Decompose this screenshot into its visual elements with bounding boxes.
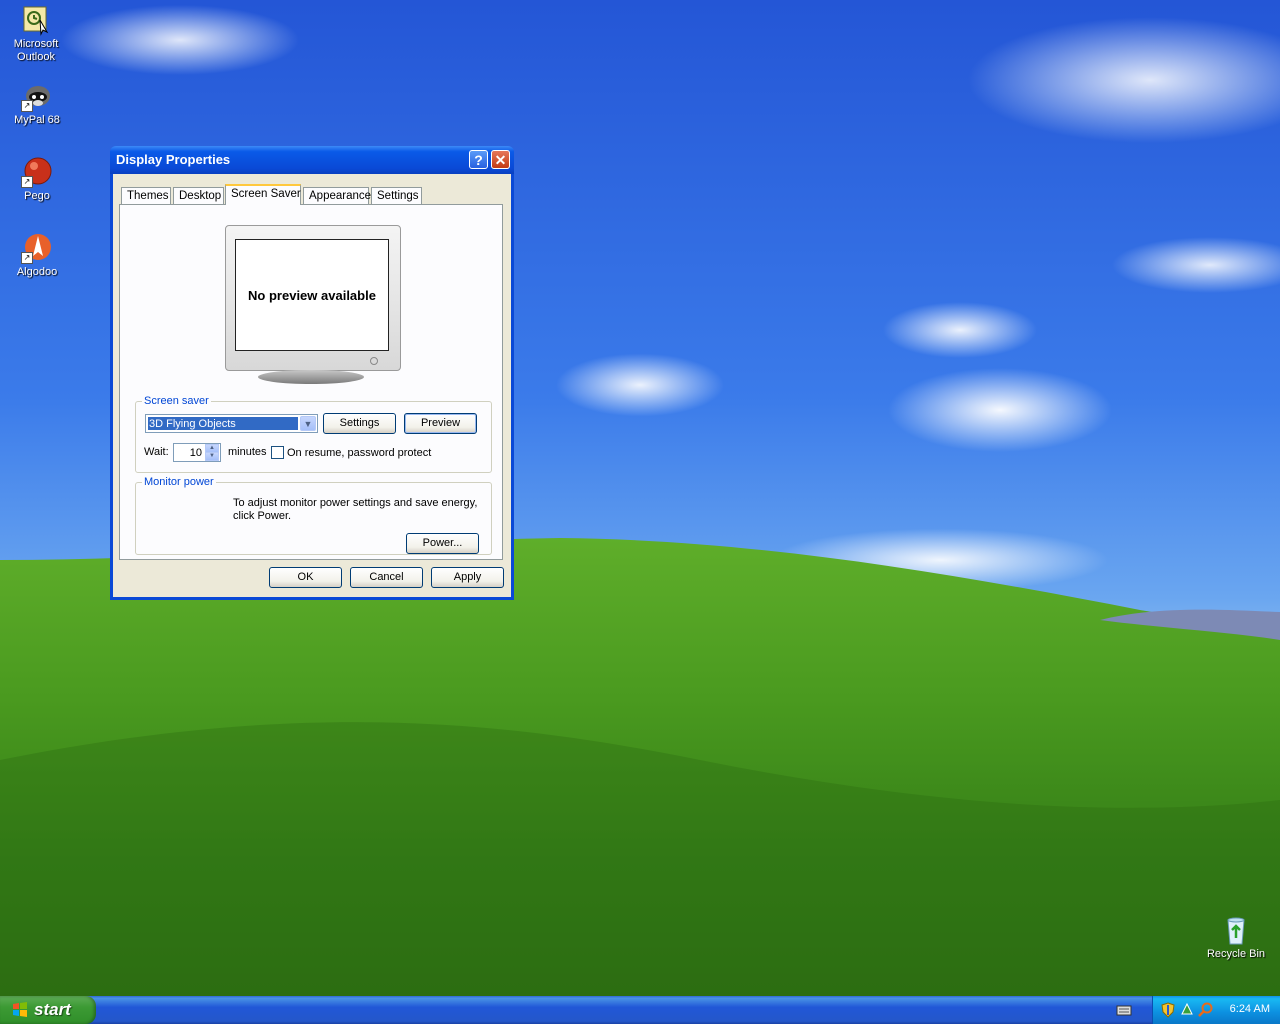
- desktop-icon-mypal[interactable]: ↗ MyPal 68: [1, 80, 73, 127]
- wait-label: Wait:: [144, 446, 169, 458]
- password-protect-checkbox[interactable]: [271, 446, 284, 459]
- tab-desktop[interactable]: Desktop: [173, 187, 224, 204]
- wait-value: 10: [189, 447, 202, 459]
- ok-button[interactable]: OK: [269, 567, 342, 588]
- network-icon[interactable]: [1180, 1002, 1194, 1018]
- desktop-icon-pego[interactable]: ↗ Pego: [1, 156, 73, 203]
- shortcut-arrow-icon: ↗: [21, 176, 33, 188]
- icon-label: Outlook: [17, 51, 55, 63]
- icon-label: MyPal 68: [14, 114, 60, 126]
- icon-label: Recycle Bin: [1206, 948, 1266, 960]
- screen-saver-selected: 3D Flying Objects: [148, 417, 298, 430]
- cancel-button[interactable]: Cancel: [350, 567, 423, 588]
- shortcut-arrow-icon: ↗: [21, 100, 33, 112]
- screen-saver-panel: No preview available Screen saver 3D Fly…: [119, 204, 503, 560]
- help-icon: ?: [474, 152, 483, 168]
- desktop-icon-outlook[interactable]: Microsoft Outlook: [0, 4, 72, 64]
- help-button[interactable]: ?: [469, 150, 488, 169]
- settings-button[interactable]: Settings: [323, 413, 396, 434]
- preview-screen: No preview available: [235, 239, 389, 351]
- desktop-icon-recycle-bin[interactable]: Recycle Bin: [1200, 914, 1272, 961]
- screen-saver-group: Screen saver 3D Flying Objects ▼ Setting…: [135, 395, 492, 473]
- recycle-bin-icon: [1220, 914, 1252, 946]
- screen-saver-group-label: Screen saver: [142, 395, 211, 408]
- tab-themes[interactable]: Themes: [121, 187, 171, 204]
- screen-saver-dropdown[interactable]: 3D Flying Objects ▼: [145, 414, 318, 433]
- apply-button[interactable]: Apply: [431, 567, 504, 588]
- icon-label: Pego: [24, 190, 50, 202]
- monitor-stand: [258, 370, 364, 384]
- tab-settings[interactable]: Settings: [371, 187, 422, 204]
- monitor-power-group: Monitor power To adjust monitor power se…: [135, 476, 492, 555]
- window-client-area: Themes Desktop Screen Saver Appearance S…: [113, 174, 511, 597]
- desktop-icon-algodoo[interactable]: ↗ Algodoo: [1, 232, 73, 279]
- taskbar-clock[interactable]: 6:24 AM: [1230, 1003, 1270, 1015]
- icon-label: Microsoft: [13, 38, 59, 50]
- mypal-icon: ↗: [21, 80, 53, 112]
- window-title: Display Properties: [116, 152, 231, 167]
- monitor-power-description: To adjust monitor power settings and sav…: [233, 497, 478, 509]
- outlook-icon: [20, 4, 52, 36]
- power-button[interactable]: Power...: [406, 533, 479, 554]
- taskbar: start 6:24 AM: [0, 996, 1280, 1024]
- system-tray: 6:24 AM: [1152, 996, 1280, 1024]
- shortcut-arrow-icon: ↗: [21, 252, 33, 264]
- close-icon: ✕: [494, 152, 507, 168]
- pego-icon: ↗: [21, 156, 53, 188]
- monitor-power-group-label: Monitor power: [142, 476, 216, 489]
- window-titlebar[interactable]: Display Properties ? ✕: [110, 146, 514, 174]
- display-properties-window: Display Properties ? ✕ Themes Desktop Sc…: [110, 146, 514, 600]
- spin-down-icon[interactable]: ▼: [205, 452, 219, 461]
- minutes-label: minutes: [228, 446, 267, 458]
- start-button[interactable]: start: [0, 996, 96, 1024]
- security-shield-icon[interactable]: [1161, 1002, 1175, 1018]
- preview-button[interactable]: Preview: [404, 413, 477, 434]
- tab-screen-saver[interactable]: Screen Saver: [225, 184, 301, 205]
- algodoo-icon: ↗: [21, 232, 53, 264]
- start-label: start: [34, 1000, 71, 1019]
- wait-minutes-spinner[interactable]: 10 ▲ ▼: [173, 443, 221, 462]
- icon-label: Algodoo: [16, 266, 58, 278]
- windows-logo-icon: [13, 1002, 27, 1017]
- close-button[interactable]: ✕: [491, 150, 510, 169]
- keyboard-icon[interactable]: [1116, 1003, 1132, 1017]
- chevron-down-icon[interactable]: ▼: [300, 416, 316, 431]
- monitor-power-description: click Power.: [233, 510, 292, 522]
- tab-appearance[interactable]: Appearance: [303, 187, 371, 204]
- monitor-power-led: [370, 357, 378, 365]
- password-protect-label[interactable]: On resume, password protect: [287, 447, 431, 459]
- search-icon[interactable]: [1198, 1002, 1214, 1018]
- monitor-preview: No preview available: [225, 225, 401, 371]
